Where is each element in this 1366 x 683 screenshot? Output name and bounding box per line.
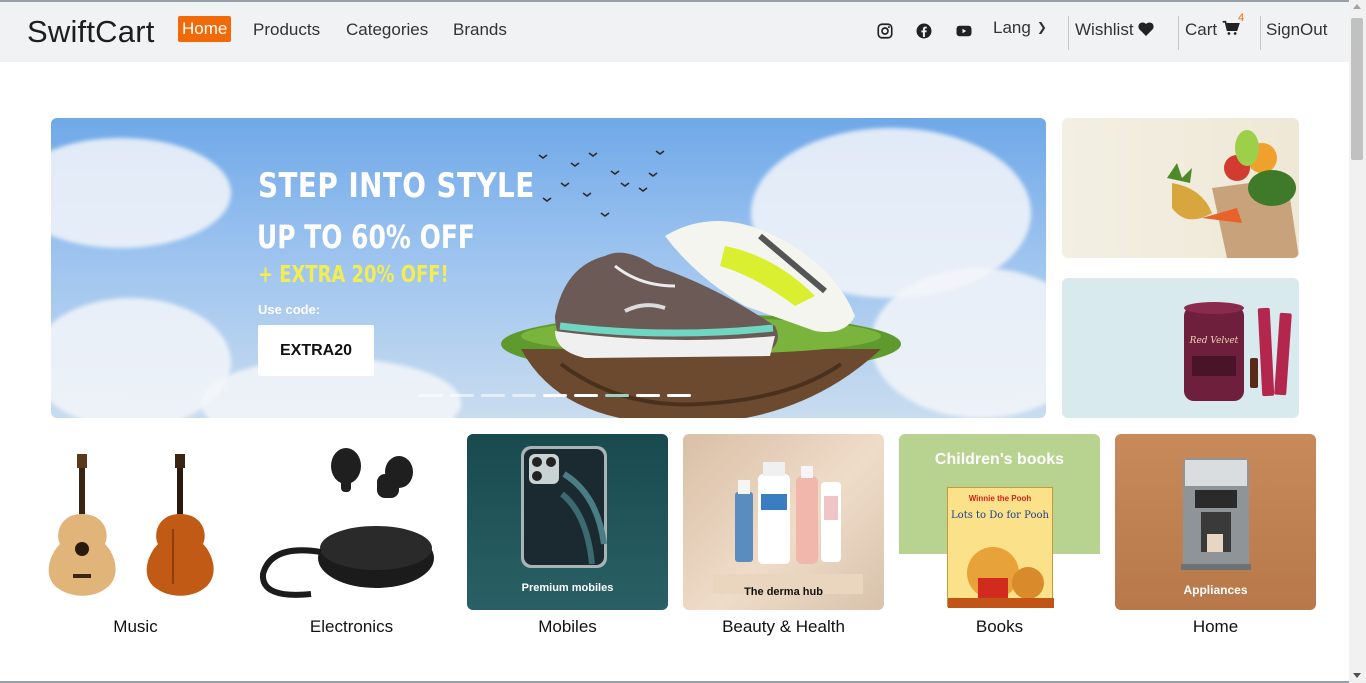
carousel-dot[interactable] (450, 394, 474, 397)
category-overlay-text: Premium mobiles (521, 582, 614, 594)
carousel-dot[interactable] (481, 394, 505, 397)
book-series: Winnie the Pooh (968, 494, 1032, 503)
vertical-scrollbar[interactable] (1349, 0, 1366, 683)
sneaker-illustration (555, 221, 855, 358)
category-overlay-text: The derma hub (744, 586, 823, 598)
category-image: Appliances (1115, 434, 1316, 610)
wishlist-link[interactable]: Wishlist (1075, 20, 1154, 40)
scroll-down-arrow-icon[interactable] (1353, 673, 1361, 678)
category-image: Premium mobiles (467, 434, 668, 610)
heart-icon (1138, 22, 1154, 36)
grocery-bag-illustration (1167, 130, 1299, 258)
nav-divider (1260, 16, 1261, 50)
category-overlay-text: Children's books (934, 451, 1065, 468)
nav-brands[interactable]: Brands (453, 20, 507, 40)
category-image: The derma hub (683, 434, 884, 610)
category-image (251, 434, 452, 610)
snack-banner[interactable]: Red Velvet (1062, 278, 1299, 418)
category-label[interactable]: Electronics (251, 617, 452, 637)
carousel-dot[interactable] (512, 394, 536, 397)
category-card-music[interactable]: Music (35, 434, 236, 636)
category-card-mobiles[interactable]: Premium mobiles Mobiles (467, 434, 668, 636)
hero-use-code-label: Use code: (258, 302, 321, 317)
scroll-up-arrow-icon[interactable] (1353, 4, 1361, 9)
svg-text:Red Velvet: Red Velvet (1189, 336, 1239, 346)
earbuds-illustration (259, 448, 434, 598)
carousel-dot[interactable] (574, 394, 598, 397)
category-card-electronics[interactable]: Electronics (251, 434, 452, 636)
category-label[interactable]: Home (1115, 617, 1316, 637)
skincare-products-illustration (713, 462, 863, 594)
nav-products[interactable]: Products (253, 20, 320, 40)
hero-promo-code[interactable]: EXTRA20 (258, 325, 374, 376)
cart-count-badge: 4 (1238, 12, 1245, 24)
scrollbar-thumb[interactable] (1351, 18, 1363, 160)
category-card-books[interactable]: Children's books Winnie the Pooh Lots to… (899, 434, 1100, 636)
nav-home[interactable]: Home (178, 16, 232, 42)
brand-logo[interactable]: SwiftCart (27, 14, 155, 50)
carousel-dot[interactable] (419, 394, 443, 397)
cloud-decoration (51, 138, 231, 248)
wishlist-label: Wishlist (1075, 20, 1134, 39)
category-label[interactable]: Music (35, 617, 236, 637)
hero-subtitle: UP TO 60% OFF (257, 218, 475, 256)
carousel-dot[interactable] (636, 394, 660, 397)
nav-categories[interactable]: Categories (346, 20, 428, 40)
hero-extra-offer: + EXTRA 20% OFF! (258, 262, 449, 288)
category-image (35, 434, 236, 610)
category-label[interactable]: Mobiles (467, 617, 668, 637)
book-illustration (948, 547, 1054, 608)
instagram-icon[interactable] (876, 22, 894, 40)
hero-title: STEP INTO STYLE (258, 166, 535, 206)
category-image: Children's books Winnie the Pooh Lots to… (899, 434, 1100, 610)
category-label[interactable]: Beauty & Health (683, 617, 884, 637)
guitar-illustration (48, 454, 214, 596)
cart-label: Cart (1185, 20, 1218, 39)
nav-divider (1068, 16, 1069, 50)
nav-divider (1178, 16, 1179, 50)
book-cover: Winnie the Pooh Lots to Do for Pooh (947, 487, 1054, 608)
category-label[interactable]: Books (899, 617, 1100, 637)
carousel-indicators (419, 394, 691, 397)
carousel-dot[interactable] (667, 394, 691, 397)
navbar: SwiftCart Home Products Categories Brand… (0, 2, 1349, 62)
signout-link[interactable]: SignOut (1266, 20, 1327, 40)
cart-link[interactable]: Cart (1185, 20, 1240, 40)
category-card-home[interactable]: Appliances Home (1115, 434, 1316, 636)
category-overlay-text: Appliances (1183, 583, 1248, 597)
language-label: Lang (993, 18, 1031, 37)
chevron-down-icon: ❯ (1036, 20, 1047, 34)
carousel-dot[interactable] (543, 394, 567, 397)
facebook-icon[interactable] (915, 22, 933, 40)
youtube-icon[interactable] (955, 22, 973, 40)
hero-carousel[interactable]: STEP INTO STYLE UP TO 60% OFF + EXTRA 20… (51, 118, 1046, 418)
snack-tin-illustration: Red Velvet (1184, 302, 1292, 401)
book-title: Lots to Do for Pooh (951, 510, 1049, 521)
category-card-beauty-health[interactable]: The derma hub Beauty & Health (683, 434, 884, 636)
carousel-dot-active[interactable] (605, 394, 629, 397)
grocery-banner[interactable] (1062, 118, 1299, 258)
language-dropdown[interactable]: Lang ❯ (993, 18, 1047, 38)
